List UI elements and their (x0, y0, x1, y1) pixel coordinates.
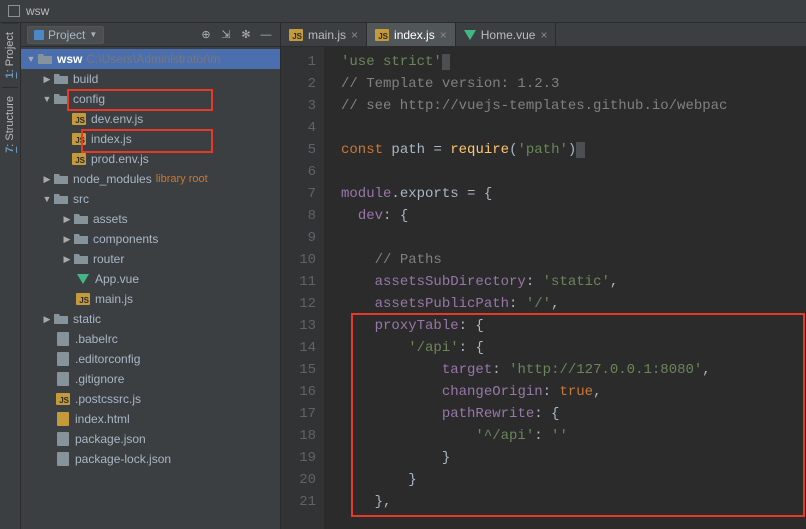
tab-label: index.js (394, 28, 435, 42)
tree-item-app-vue[interactable]: App.vue (21, 269, 280, 289)
chevron-right-icon: ▶ (41, 74, 53, 85)
tab-label: Home.vue (481, 28, 536, 42)
chevron-right-icon: ▶ (41, 314, 53, 325)
project-panel: Project ▼ ⊕ ⇲ ✻ — ▼ wsw C:\Users\Adminis… (21, 23, 281, 529)
folder-icon (53, 72, 69, 86)
editor-tabs: JS main.js × JS index.js × Home.vue × (281, 23, 806, 47)
close-icon[interactable]: × (540, 28, 547, 42)
folder-icon (53, 92, 69, 106)
tree-item-assets[interactable]: ▶ assets (21, 209, 280, 229)
tree-item-components[interactable]: ▶ components (21, 229, 280, 249)
chevron-right-icon: ▶ (61, 254, 73, 265)
file-icon (55, 372, 71, 386)
tree-item-src[interactable]: ▼ src (21, 189, 280, 209)
tab-index-js[interactable]: JS index.js × (367, 23, 456, 46)
chevron-down-icon: ▼ (41, 194, 53, 204)
chevron-down-icon: ▼ (41, 94, 53, 104)
chevron-down-icon: ▼ (25, 54, 37, 64)
tree-item-package-json[interactable]: package.json (21, 429, 280, 449)
folder-icon (37, 52, 53, 66)
window-title: wsw (26, 4, 49, 18)
folder-icon (53, 172, 69, 186)
hide-icon[interactable]: — (258, 27, 274, 43)
json-file-icon (55, 432, 71, 446)
title-bar: wsw (0, 0, 806, 23)
gear-icon[interactable]: ✻ (238, 27, 254, 43)
close-icon[interactable]: × (440, 28, 447, 42)
tree-item-index-html[interactable]: index.html (21, 409, 280, 429)
tree-item-build[interactable]: ▶ build (21, 69, 280, 89)
left-tool-gutter: 1: Project 7: Structure (0, 23, 21, 529)
tab-main-js[interactable]: JS main.js × (281, 23, 367, 46)
app-icon (8, 5, 20, 17)
html-file-icon (55, 412, 71, 426)
tab-home-vue[interactable]: Home.vue × (456, 23, 557, 46)
tree-item-dev-env[interactable]: JS dev.env.js (21, 109, 280, 129)
tree-item-main-js[interactable]: JS main.js (21, 289, 280, 309)
tree-item-editorconfig[interactable]: .editorconfig (21, 349, 280, 369)
json-file-icon (55, 332, 71, 346)
json-file-icon (55, 452, 71, 466)
js-file-icon: JS (71, 152, 87, 166)
js-file-icon: JS (71, 132, 87, 146)
tree-item-router[interactable]: ▶ router (21, 249, 280, 269)
project-panel-header: Project ▼ ⊕ ⇲ ✻ — (21, 23, 280, 47)
tab-label: main.js (308, 28, 346, 42)
vue-file-icon (464, 29, 476, 41)
tree-root-label: wsw (57, 52, 82, 66)
expand-icon[interactable]: ⇲ (218, 27, 234, 43)
folder-icon (73, 232, 89, 246)
tree-root[interactable]: ▼ wsw C:\Users\Administrator\m (21, 49, 280, 69)
close-icon[interactable]: × (351, 28, 358, 42)
project-icon (34, 30, 44, 40)
code-content[interactable]: 'use strict' // Template version: 1.2.3 … (325, 47, 806, 529)
js-file-icon: JS (75, 292, 91, 306)
chevron-right-icon: ▶ (61, 214, 73, 225)
tree-item-static[interactable]: ▶ static (21, 309, 280, 329)
js-file-icon: JS (375, 29, 389, 41)
editor-area: JS main.js × JS index.js × Home.vue × 12… (281, 23, 806, 529)
tree-item-postcssrc[interactable]: JS .postcssrc.js (21, 389, 280, 409)
tree-item-babelrc[interactable]: .babelrc (21, 329, 280, 349)
chevron-right-icon: ▶ (61, 234, 73, 245)
collapse-icon[interactable]: ⊕ (198, 27, 214, 43)
tree-item-index-js[interactable]: JS index.js (21, 129, 280, 149)
folder-icon (53, 192, 69, 206)
js-file-icon: JS (55, 392, 71, 406)
tree-item-config[interactable]: ▼ config (21, 89, 280, 109)
chevron-down-icon: ▼ (89, 30, 97, 39)
tree-item-package-lock[interactable]: package-lock.json (21, 449, 280, 469)
tree-root-path: C:\Users\Administrator\m (86, 52, 220, 66)
project-tree[interactable]: ▼ wsw C:\Users\Administrator\m ▶ build ▼… (21, 47, 280, 529)
panel-view-selector[interactable]: Project ▼ (27, 26, 104, 44)
file-icon (55, 352, 71, 366)
gutter-tab-project[interactable]: 1: Project (2, 23, 18, 87)
vue-file-icon (75, 272, 91, 286)
chevron-right-icon: ▶ (41, 174, 53, 185)
folder-icon (53, 312, 69, 326)
js-file-icon: JS (71, 112, 87, 126)
tree-item-node-modules[interactable]: ▶ node_modules library root (21, 169, 280, 189)
tree-item-prod-env[interactable]: JS prod.env.js (21, 149, 280, 169)
folder-icon (73, 212, 89, 226)
gutter-tab-structure[interactable]: 7: Structure (2, 87, 18, 161)
line-gutter: 123456789101112131415161718192021 (281, 47, 325, 529)
code-editor[interactable]: 123456789101112131415161718192021 'use s… (281, 47, 806, 529)
folder-icon (73, 252, 89, 266)
panel-title: Project (48, 28, 85, 42)
js-file-icon: JS (289, 29, 303, 41)
tree-item-gitignore[interactable]: .gitignore (21, 369, 280, 389)
